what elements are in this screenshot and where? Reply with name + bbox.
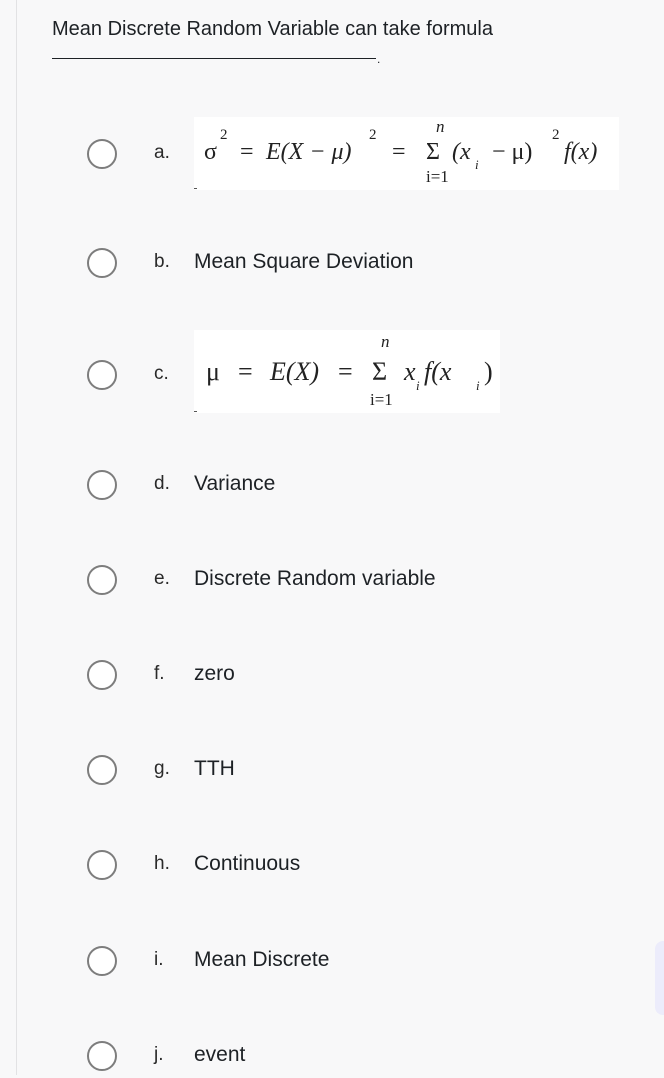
option-e[interactable]: e. Discrete Random variable bbox=[85, 562, 645, 602]
formula-equals: = bbox=[240, 139, 254, 165]
option-text: Mean Discrete bbox=[194, 948, 330, 971]
formula-lower-limit: i=1 bbox=[426, 167, 449, 186]
radio-button-i[interactable] bbox=[87, 946, 117, 976]
option-d[interactable]: d. Variance bbox=[85, 467, 645, 507]
radio-button-b[interactable] bbox=[87, 248, 117, 278]
option-letter: f. bbox=[154, 663, 165, 684]
left-border bbox=[16, 0, 17, 1075]
answer-blank-line bbox=[52, 58, 376, 59]
option-letter: b. bbox=[154, 251, 170, 272]
option-j[interactable]: j. event bbox=[85, 1038, 645, 1078]
formula-x: x bbox=[404, 357, 416, 386]
option-text: zero bbox=[194, 662, 235, 685]
option-letter: a. bbox=[154, 142, 170, 163]
question-text: Mean Discrete Random Variable can take f… bbox=[52, 18, 493, 40]
formula-equals: = bbox=[338, 357, 353, 386]
formula-upper-limit: n bbox=[381, 332, 390, 351]
option-h[interactable]: h. Continuous bbox=[85, 847, 645, 887]
option-letter: h. bbox=[154, 853, 170, 874]
radio-button-c[interactable] bbox=[87, 360, 117, 390]
formula-subscript: i bbox=[416, 378, 420, 393]
formula-lower-limit: i=1 bbox=[370, 390, 393, 409]
radio-button-a[interactable] bbox=[87, 139, 117, 169]
formula-fx: f(x bbox=[424, 357, 452, 386]
radio-button-g[interactable] bbox=[87, 755, 117, 785]
option-text: event bbox=[194, 1043, 246, 1066]
option-letter: e. bbox=[154, 568, 170, 589]
formula-sum: Σ bbox=[426, 139, 440, 165]
formula-paren: ) bbox=[484, 357, 493, 386]
formula-image-variance: σ 2 = E(X − μ) 2 = Σ n i=1 (x i − μ) 2 f… bbox=[194, 117, 619, 190]
formula-term: (x bbox=[452, 139, 471, 165]
formula-fx: f(x) bbox=[564, 139, 598, 165]
option-g[interactable]: g. TTH bbox=[85, 752, 645, 792]
formula-upper-limit: n bbox=[436, 117, 445, 136]
formula-subscript: i bbox=[475, 157, 479, 172]
option-letter: j. bbox=[154, 1044, 164, 1065]
option-text: Mean Square Deviation bbox=[194, 250, 414, 273]
option-letter: i. bbox=[154, 949, 164, 970]
formula-equals: = bbox=[392, 139, 406, 165]
option-text: Discrete Random variable bbox=[194, 567, 436, 590]
option-i[interactable]: i. Mean Discrete bbox=[85, 943, 645, 983]
radio-button-f[interactable] bbox=[87, 660, 117, 690]
option-letter: d. bbox=[154, 473, 170, 494]
formula-image-mean: μ = E(X) = Σ n i=1 x i f(x i ) bbox=[194, 330, 500, 413]
formula-sum: Σ bbox=[372, 357, 388, 386]
option-f[interactable]: f. zero bbox=[85, 657, 645, 697]
side-panel-tab[interactable] bbox=[655, 941, 664, 1015]
option-text: Continuous bbox=[194, 852, 301, 875]
formula-equals: = bbox=[238, 357, 253, 386]
formula-expectation: E(X − μ) bbox=[266, 139, 352, 165]
option-text: Variance bbox=[194, 472, 276, 495]
formula-mu: μ bbox=[206, 357, 220, 386]
radio-button-j[interactable] bbox=[87, 1041, 117, 1071]
radio-button-e[interactable] bbox=[87, 565, 117, 595]
formula-artifact bbox=[194, 411, 197, 412]
formula-sup: 2 bbox=[369, 127, 377, 143]
formula-sigma: σ bbox=[204, 139, 217, 165]
formula-sup: 2 bbox=[552, 127, 560, 143]
blank-period: . bbox=[377, 52, 381, 66]
formula-minus-mu: − μ) bbox=[492, 139, 533, 165]
formula-artifact bbox=[194, 188, 197, 189]
formula-subscript: i bbox=[476, 378, 480, 393]
formula-sup: 2 bbox=[220, 127, 228, 143]
option-b[interactable]: b. Mean Square Deviation bbox=[85, 245, 645, 285]
option-letter: g. bbox=[154, 758, 170, 779]
formula-expectation: E(X) bbox=[270, 357, 320, 386]
option-text: TTH bbox=[194, 757, 235, 780]
radio-button-d[interactable] bbox=[87, 470, 117, 500]
radio-button-h[interactable] bbox=[87, 850, 117, 880]
option-letter: c. bbox=[154, 363, 169, 384]
